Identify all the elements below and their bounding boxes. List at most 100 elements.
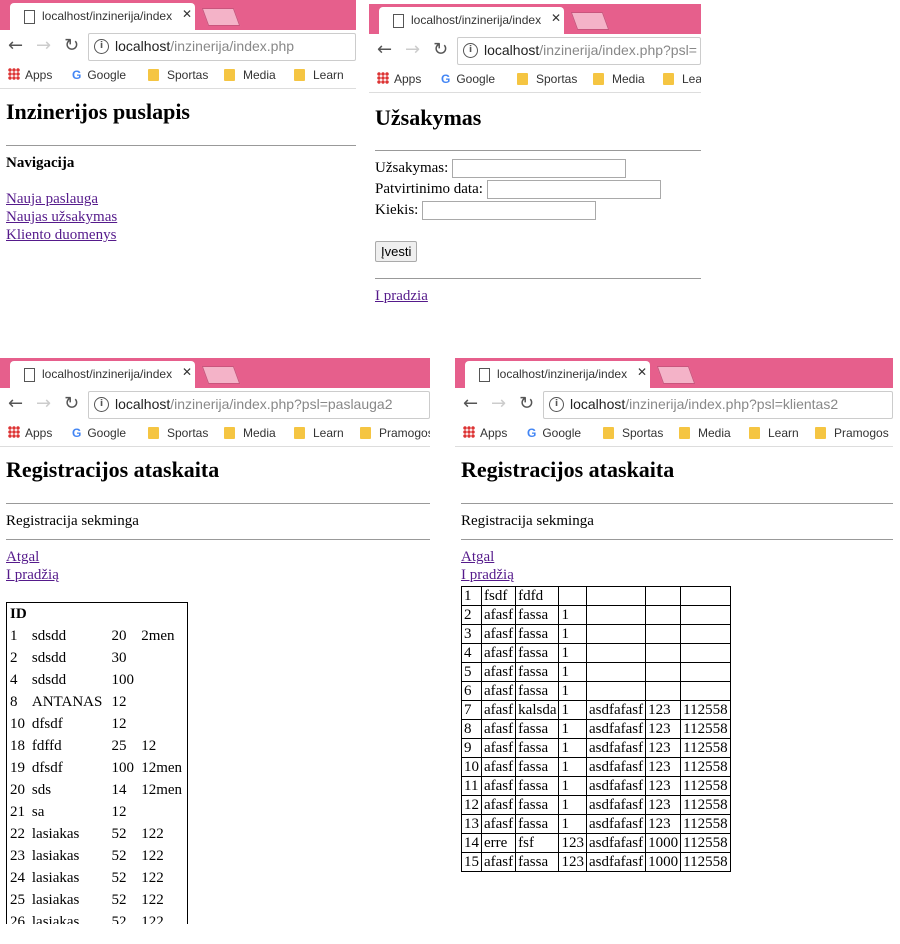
reload-icon[interactable]: ↻ bbox=[64, 35, 79, 56]
quantity-input[interactable] bbox=[422, 201, 597, 220]
bookmark-apps[interactable]: Apps bbox=[8, 426, 52, 440]
page-content: Registracijos ataskaita Registracija sek… bbox=[455, 447, 893, 924]
table-cell: asdfafasf bbox=[585, 814, 647, 834]
table-cell: 122 bbox=[141, 847, 164, 864]
date-input[interactable] bbox=[486, 180, 661, 199]
google-icon: G bbox=[72, 426, 82, 440]
link-client-data[interactable]: Kliento duomenys bbox=[6, 227, 116, 244]
close-icon[interactable]: ✕ bbox=[182, 365, 192, 379]
back-icon[interactable]: ← bbox=[463, 393, 478, 414]
table-cell: 12 bbox=[111, 715, 127, 732]
url-text: localhost/inzinerija/index.php?psl= bbox=[484, 42, 697, 58]
bookmark-media[interactable]: Media bbox=[224, 426, 276, 440]
order-input[interactable] bbox=[452, 159, 627, 178]
forward-icon[interactable]: → bbox=[36, 35, 51, 56]
close-icon[interactable]: ✕ bbox=[182, 7, 192, 21]
table-cell bbox=[585, 643, 647, 663]
bookmark-sportas[interactable]: Sportas bbox=[603, 426, 663, 440]
table-row: 8 afasf fassa 1 asdfafasf 123 112558 bbox=[461, 719, 731, 739]
browser-toolbar: ← → ↻ i localhost/inzinerija/index.php bbox=[0, 30, 356, 62]
table-cell: 123 bbox=[645, 757, 682, 777]
forward-icon[interactable]: → bbox=[405, 39, 420, 60]
info-icon[interactable]: i bbox=[94, 397, 109, 412]
table-cell: 9 bbox=[461, 738, 482, 758]
bookmark-google[interactable]: G Google bbox=[527, 426, 581, 440]
link-new-order[interactable]: Naujas užsakymas bbox=[6, 209, 117, 226]
new-tab-button[interactable] bbox=[201, 8, 241, 26]
bookmark-google[interactable]: G Google bbox=[72, 426, 126, 440]
bookmark-learn[interactable]: Learn bbox=[294, 426, 344, 440]
bookmark-learn[interactable]: Learn bbox=[663, 72, 701, 86]
back-icon[interactable]: ← bbox=[377, 39, 392, 60]
bookmark-learn[interactable]: Learn bbox=[749, 426, 799, 440]
bookmark-google[interactable]: G Google bbox=[72, 68, 126, 82]
home-link[interactable]: I pradzia bbox=[375, 288, 428, 305]
browser-tab[interactable]: localhost/inzinerija/index ✕ bbox=[465, 361, 650, 388]
forward-icon[interactable]: → bbox=[36, 393, 51, 414]
browser-tab[interactable]: localhost/inzinerija/index ✕ bbox=[379, 7, 564, 34]
close-icon[interactable]: ✕ bbox=[637, 365, 647, 379]
bookmark-media[interactable]: Media bbox=[224, 68, 276, 82]
bookmark-apps[interactable]: Apps bbox=[377, 72, 421, 86]
submit-button[interactable]: Įvesti bbox=[375, 241, 418, 262]
forward-icon[interactable]: → bbox=[491, 393, 506, 414]
browser-tab[interactable]: localhost/inzinerija/index ✕ bbox=[10, 3, 195, 30]
back-icon[interactable]: ← bbox=[8, 393, 23, 414]
folder-icon bbox=[360, 427, 371, 439]
bookmark-sportas[interactable]: Sportas bbox=[148, 68, 208, 82]
address-bar[interactable]: i localhost/inzinerija/index.php?psl=pas… bbox=[88, 391, 430, 419]
address-bar[interactable]: i localhost/inzinerija/index.php?psl=kli… bbox=[543, 391, 893, 419]
table-cell bbox=[680, 681, 731, 701]
google-icon: G bbox=[527, 426, 537, 440]
table-cell: 23 bbox=[10, 847, 25, 864]
home-link[interactable]: I pradžią bbox=[461, 567, 514, 584]
new-tab-button[interactable] bbox=[656, 366, 696, 384]
bookmark-media[interactable]: Media bbox=[593, 72, 645, 86]
table-cell: 12 bbox=[461, 795, 482, 815]
address-bar[interactable]: i localhost/inzinerija/index.php bbox=[88, 33, 356, 61]
table-cell: asdfafasf bbox=[585, 700, 647, 720]
back-link[interactable]: Atgal bbox=[461, 549, 494, 566]
table-cell: 1 bbox=[558, 662, 587, 682]
info-icon[interactable]: i bbox=[94, 39, 109, 54]
table-cell bbox=[680, 586, 731, 606]
back-link[interactable]: Atgal bbox=[6, 549, 39, 566]
bookmark-google[interactable]: G Google bbox=[441, 72, 495, 86]
table-cell: 4 bbox=[461, 643, 482, 663]
bookmark-sportas[interactable]: Sportas bbox=[148, 426, 208, 440]
table-cell bbox=[645, 624, 682, 644]
table-cell: afasf bbox=[480, 738, 517, 758]
reload-icon[interactable]: ↻ bbox=[64, 393, 79, 414]
bookmark-media[interactable]: Media bbox=[679, 426, 731, 440]
table-cell: 18 bbox=[10, 737, 25, 754]
bookmark-pramogos[interactable]: Pramogos bbox=[360, 426, 430, 440]
bookmark-apps[interactable]: Apps bbox=[8, 68, 52, 82]
bookmark-apps[interactable]: Apps bbox=[463, 426, 507, 440]
browser-tab[interactable]: localhost/inzinerija/index ✕ bbox=[10, 361, 195, 388]
table-row: 22 lasiakas 52 122 bbox=[7, 823, 188, 845]
bookmark-pramogos[interactable]: Pramogos bbox=[815, 426, 889, 440]
bookmark-learn[interactable]: Learn bbox=[294, 68, 344, 82]
address-bar[interactable]: i localhost/inzinerija/index.php?psl= bbox=[457, 37, 701, 65]
page-title: Registracijos ataskaita bbox=[461, 457, 675, 482]
folder-icon bbox=[517, 73, 528, 85]
new-tab-button[interactable] bbox=[201, 366, 241, 384]
folder-icon bbox=[224, 427, 235, 439]
table-cell: afasf bbox=[480, 624, 517, 644]
bookmark-sportas[interactable]: Sportas bbox=[517, 72, 577, 86]
table-row: 19 dfsdf 100 12men bbox=[7, 757, 188, 779]
reload-icon[interactable]: ↻ bbox=[519, 393, 534, 414]
home-link[interactable]: I pradžią bbox=[6, 567, 59, 584]
close-icon[interactable]: ✕ bbox=[551, 11, 561, 25]
reload-icon[interactable]: ↻ bbox=[433, 39, 448, 60]
table-cell: 112558 bbox=[680, 700, 731, 720]
new-tab-button[interactable] bbox=[570, 12, 610, 30]
table-cell: 100 bbox=[111, 759, 135, 776]
info-icon[interactable]: i bbox=[463, 43, 478, 58]
link-new-service[interactable]: Nauja paslauga bbox=[6, 191, 98, 208]
back-icon[interactable]: ← bbox=[8, 35, 23, 56]
info-icon[interactable]: i bbox=[549, 397, 564, 412]
tab-title: localhost/inzinerija/index bbox=[42, 367, 172, 381]
quantity-row: Kiekis: bbox=[375, 201, 597, 220]
table-cell bbox=[645, 605, 682, 625]
